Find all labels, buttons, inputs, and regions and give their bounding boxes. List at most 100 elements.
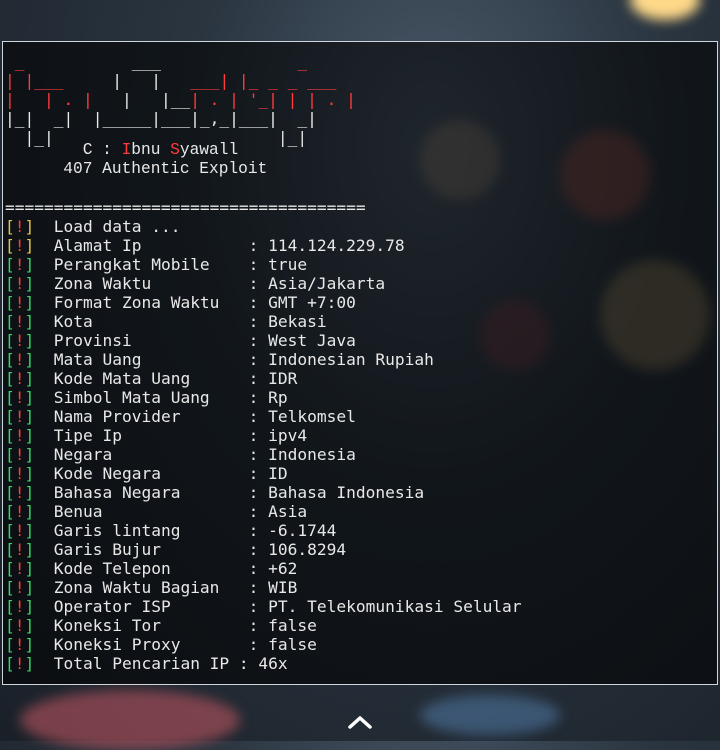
- bracket-close: ]: [24, 217, 35, 236]
- bracket-close: ]: [24, 597, 35, 616]
- alert-mark: !: [14, 502, 25, 521]
- info-list: [!] Load data ... [!] Alamat Ip : 114.124…: [5, 217, 522, 673]
- separator-line: =====================================: [5, 198, 366, 217]
- bracket-open: [: [5, 635, 15, 654]
- alert-mark: !: [14, 445, 25, 464]
- alert-mark: !: [14, 654, 25, 673]
- ascii-segment: _: [5, 52, 35, 71]
- info-label: Koneksi Proxy: [53, 635, 249, 654]
- info-row: [!] Kota : Bekasi: [5, 312, 522, 331]
- info-label: Mata Uang: [53, 350, 249, 369]
- bracket-open: [: [5, 483, 15, 502]
- info-row: [!] Koneksi Tor : false: [5, 616, 522, 635]
- bracket-close: ]: [24, 331, 35, 350]
- info-value: : GMT +7:00: [248, 293, 356, 312]
- info-label: Kode Telepon: [53, 559, 249, 578]
- info-label: Benua: [53, 502, 249, 521]
- ascii-segment: ___| |_ _ _ ___: [190, 71, 337, 90]
- ascii-segment: | . | '_| | | . |: [190, 90, 356, 109]
- author-credit: C : Ibnu Syawall 407 Authentic Exploit: [5, 141, 268, 178]
- wallpaper-light: [420, 695, 560, 735]
- alert-mark: !: [14, 388, 25, 407]
- bracket-open: [: [5, 426, 15, 445]
- bracket-close: ]: [24, 236, 35, 255]
- bracket-open: [: [5, 407, 15, 426]
- info-value: : Telkomsel: [248, 407, 356, 426]
- info-value: : false: [248, 635, 317, 654]
- alert-mark: !: [14, 236, 25, 255]
- bracket-close: ]: [24, 521, 35, 540]
- ascii-segment: ___: [34, 71, 64, 90]
- info-value: : IDR: [248, 369, 298, 388]
- info-label: Total Pencarian IP: [53, 654, 239, 673]
- info-label: Garis Bujur: [53, 540, 249, 559]
- bracket-close: ]: [24, 540, 35, 559]
- bracket-close: ]: [24, 312, 35, 331]
- bracket-close: ]: [24, 635, 35, 654]
- bracket-open: [: [5, 445, 15, 464]
- alert-mark: !: [14, 331, 25, 350]
- chevron-up-icon[interactable]: [346, 712, 374, 732]
- info-row: [!] Zona Waktu Bagian : WIB: [5, 578, 522, 597]
- bracket-open: [: [5, 540, 15, 559]
- info-value: : +62: [248, 559, 298, 578]
- info-row: [!] Koneksi Proxy : false: [5, 635, 522, 654]
- wallpaper-light: [630, 0, 700, 20]
- alert-mark: !: [14, 217, 25, 236]
- alert-mark: !: [14, 369, 25, 388]
- info-label: Negara: [53, 445, 249, 464]
- bracket-close: ]: [24, 483, 35, 502]
- bracket-open: [: [5, 502, 15, 521]
- info-row: [!] Zona Waktu : Asia/Jakarta: [5, 274, 522, 293]
- info-row: [!] Perangkat Mobile : true: [5, 255, 522, 274]
- info-label: Format Zona Waktu: [53, 293, 249, 312]
- info-label: Kode Negara: [53, 464, 249, 483]
- info-value: : 114.124.229.78: [248, 236, 405, 255]
- info-label: Koneksi Tor: [53, 616, 249, 635]
- info-value: : Indonesia: [248, 445, 356, 464]
- bracket-open: [: [5, 255, 15, 274]
- bracket-close: ]: [24, 502, 35, 521]
- ascii-segment: |_____|___|_,_|___| _|: [73, 109, 317, 128]
- terminal-output: _ ___ _ | |___ | | ___| |_ _ _ ___ | | .…: [2, 41, 718, 685]
- info-label: Bahasa Negara: [53, 483, 249, 502]
- bracket-close: ]: [24, 350, 35, 369]
- info-row: [!] Garis Bujur : 106.8294: [5, 540, 522, 559]
- alert-mark: !: [14, 407, 25, 426]
- wallpaper-light: [20, 690, 240, 750]
- bracket-open: [: [5, 616, 15, 635]
- info-row: [!] Alamat Ip : 114.124.229.78: [5, 236, 522, 255]
- bracket-open: [: [5, 369, 15, 388]
- bracket-open: [: [5, 217, 15, 236]
- alert-mark: !: [14, 426, 25, 445]
- alert-mark: !: [14, 255, 25, 274]
- bracket-close: ]: [24, 369, 35, 388]
- alert-mark: !: [14, 616, 25, 635]
- info-value: : Bahasa Indonesia: [248, 483, 425, 502]
- ascii-banner: _ ___ _ | |___ | | ___| |_ _ _ ___ | | .…: [5, 52, 356, 147]
- bracket-open: [: [5, 350, 15, 369]
- bracket-open: [: [5, 331, 15, 350]
- info-label: Simbol Mata Uang: [53, 388, 249, 407]
- info-value: : -6.1744: [248, 521, 337, 540]
- bracket-open: [: [5, 312, 15, 331]
- alert-mark: !: [14, 578, 25, 597]
- bracket-close: ]: [24, 654, 35, 673]
- info-row: [!] Tipe Ip : ipv4: [5, 426, 522, 445]
- alert-mark: !: [14, 597, 25, 616]
- info-label: Kode Mata Uang: [53, 369, 249, 388]
- alert-mark: !: [14, 559, 25, 578]
- ascii-segment: | |: [63, 71, 191, 90]
- info-value: : 106.8294: [248, 540, 347, 559]
- bracket-open: [: [5, 654, 15, 673]
- alert-mark: !: [14, 312, 25, 331]
- bracket-open: [: [5, 236, 15, 255]
- info-row: [!] Negara : Indonesia: [5, 445, 522, 464]
- info-value: : Rp: [248, 388, 288, 407]
- info-label: Perangkat Mobile: [53, 255, 249, 274]
- info-row: [!] Operator ISP : PT. Telekomunikasi Se…: [5, 597, 522, 616]
- alert-mark: !: [14, 350, 25, 369]
- bracket-open: [: [5, 388, 15, 407]
- bracket-open: [: [5, 559, 15, 578]
- alert-mark: !: [14, 521, 25, 540]
